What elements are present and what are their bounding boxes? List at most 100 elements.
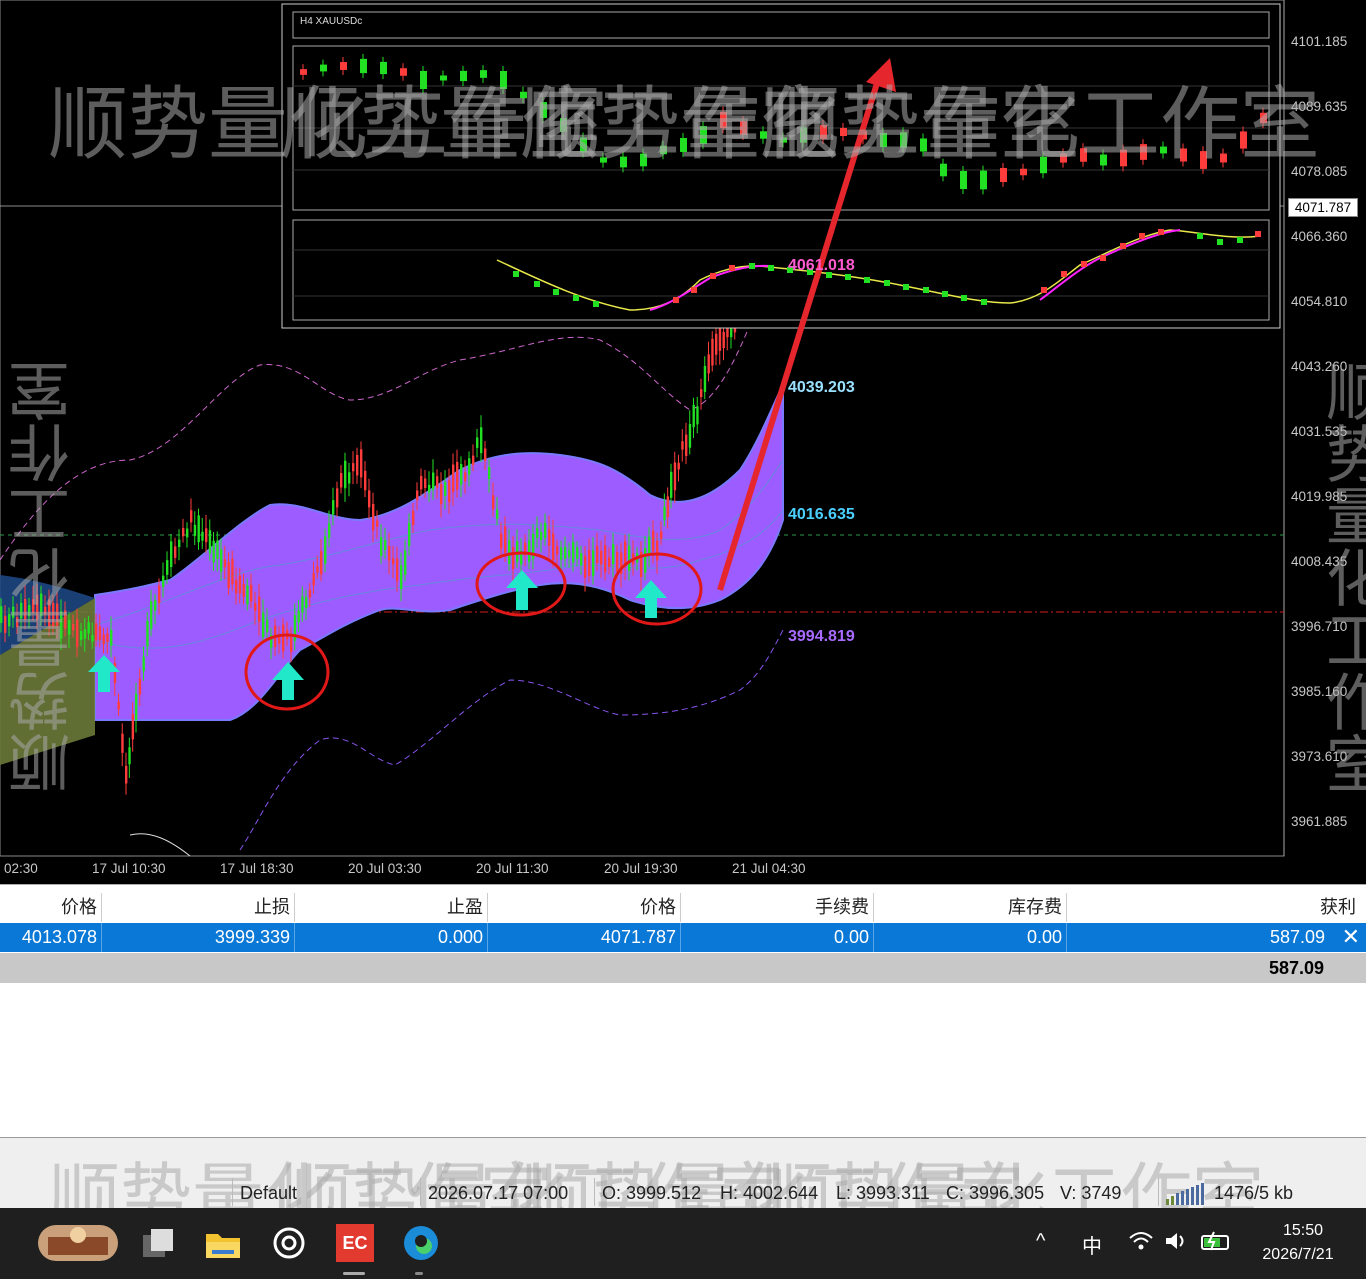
candle-body — [220, 549, 223, 572]
inset-candle-body — [600, 157, 607, 163]
candle-body — [150, 601, 153, 630]
candle-body — [193, 524, 197, 536]
candle-body — [711, 338, 714, 366]
inset-candle-body — [1080, 148, 1087, 162]
wifi-icon[interactable] — [1128, 1230, 1154, 1258]
file-explorer-icon[interactable] — [202, 1222, 244, 1264]
time-tick: 02:30 — [4, 861, 38, 876]
candle-body — [596, 545, 599, 564]
candle-body — [212, 540, 215, 563]
candle-body — [652, 530, 655, 552]
candle-body — [715, 333, 718, 355]
chart-area[interactable]: H4 XAUUSDc 4101.185 4089.635 4078.085 40… — [0, 0, 1366, 884]
time-tick: 20 Jul 11:30 — [476, 861, 549, 876]
bar-volume: V: 3749 — [1060, 1183, 1122, 1203]
candle-body — [40, 593, 43, 617]
inset-candle-body — [640, 153, 647, 167]
clock-date[interactable]: 2026/7/21 — [1248, 1246, 1348, 1264]
inset-candle-body — [780, 137, 787, 143]
symbol-label: H4 XAUUSDc — [300, 16, 363, 27]
inset-candle-body — [580, 137, 587, 153]
volume-icon[interactable] — [1164, 1230, 1190, 1258]
candle-body — [102, 634, 105, 645]
candle-body — [16, 617, 19, 628]
candle-body — [384, 540, 387, 551]
inset-candle-body — [560, 118, 567, 132]
ec-app-icon[interactable]: EC — [334, 1222, 376, 1264]
inset-candle-body — [940, 163, 947, 177]
bar-low: L: 3993.311 — [836, 1183, 930, 1203]
battery-charging-icon[interactable] — [1200, 1230, 1232, 1258]
candle-body — [400, 565, 403, 590]
candle-body — [700, 389, 703, 398]
connection-bars-icon[interactable] — [1166, 1183, 1210, 1210]
inset-candle-body — [920, 138, 927, 152]
candle-body — [492, 495, 495, 510]
candle-body — [396, 558, 399, 582]
chart-canvas[interactable] — [0, 0, 1366, 884]
inset-candle-body — [960, 170, 967, 190]
task-view-icon[interactable] — [136, 1222, 178, 1264]
candle-body — [262, 612, 265, 638]
col-stop-loss-header[interactable]: 止损 — [102, 893, 295, 922]
oscillator-dot — [553, 289, 559, 295]
oscillator-dot — [710, 273, 716, 279]
candle-body — [460, 464, 463, 485]
candle-body — [448, 480, 451, 503]
candle-body — [372, 503, 375, 531]
inset-candle-body — [1240, 131, 1247, 149]
candle-body — [117, 701, 120, 710]
trade-panel: 价格 止损 止盈 价格 手续费 库存费 获利 4013.078 3999.339… — [0, 884, 1366, 1138]
chevron-up-icon[interactable]: ^ — [1036, 1230, 1045, 1253]
table-row[interactable]: 4013.078 3999.339 0.000 4071.787 0.00 0.… — [0, 923, 1366, 952]
candle-body — [512, 546, 515, 570]
candle-body — [681, 441, 684, 450]
col-price-header[interactable]: 价格 — [488, 893, 681, 922]
chatgpt-icon[interactable] — [268, 1222, 310, 1264]
current-price-label: 4071.787 — [1288, 198, 1358, 217]
candle-body — [316, 565, 319, 573]
candle-body — [216, 540, 219, 559]
candle-body — [376, 520, 379, 527]
price-tick: 3985.160 — [1291, 684, 1348, 699]
col-take-profit-header[interactable]: 止盈 — [295, 893, 488, 922]
candle-body — [332, 500, 335, 515]
oscillator-dot — [903, 284, 909, 290]
candle-body — [616, 551, 619, 572]
candle-body — [235, 579, 238, 594]
candle-body — [312, 573, 315, 586]
col-profit-header[interactable]: 获利 — [1067, 893, 1360, 922]
candle-body — [440, 483, 443, 505]
candle-body — [416, 490, 419, 501]
candle-body — [368, 490, 371, 508]
close-position-icon[interactable]: ✕ — [1342, 926, 1360, 948]
col-open-price-header[interactable]: 价格 — [0, 893, 102, 922]
take-profit-cell[interactable]: 0.000 — [295, 923, 488, 952]
candle-body — [12, 606, 15, 618]
candle-body — [648, 536, 651, 554]
inset-candle-body — [320, 64, 327, 72]
stop-loss-cell[interactable]: 3999.339 — [102, 923, 295, 952]
col-commission-header[interactable]: 手续费 — [681, 893, 874, 922]
inset-candle-body — [680, 138, 687, 152]
candle-body — [166, 560, 169, 575]
oscillator-dot — [1139, 233, 1145, 239]
candle-body — [592, 550, 595, 576]
inset-candle-body — [360, 58, 367, 74]
candle-body — [424, 478, 427, 489]
time-tick: 20 Jul 03:30 — [348, 861, 422, 876]
candle-body — [656, 540, 659, 561]
candle-body — [666, 496, 670, 518]
candle-body — [250, 584, 253, 602]
edge-icon[interactable] — [400, 1222, 442, 1264]
landscape-app-icon[interactable] — [38, 1222, 118, 1264]
col-swap-header[interactable]: 库存费 — [874, 893, 1067, 922]
oscillator-dot — [864, 277, 870, 283]
price-tick: 4019.985 — [1291, 489, 1348, 504]
clock-time[interactable]: 15:50 — [1258, 1222, 1348, 1240]
ime-indicator[interactable]: 中 — [1082, 1230, 1102, 1259]
candle-body — [138, 678, 142, 695]
inset-candle-body — [760, 131, 767, 139]
profile-name[interactable]: Default — [240, 1183, 297, 1204]
candle-body — [688, 423, 692, 448]
